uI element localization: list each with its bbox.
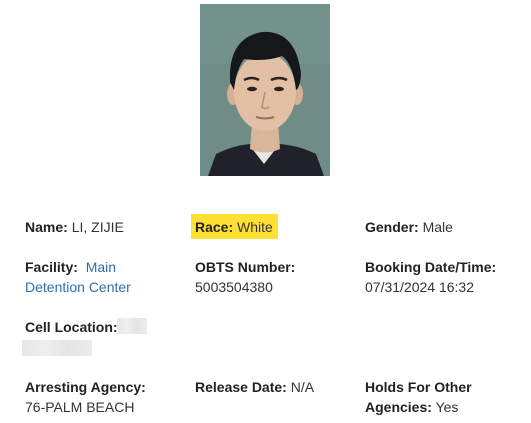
arresting-agency-label: Arresting Agency: bbox=[25, 379, 146, 395]
holds-field: Holds For Other Agencies: Yes bbox=[365, 377, 472, 417]
holds-label-line2: Agencies: bbox=[365, 399, 432, 415]
release-date-value: N/A bbox=[290, 379, 315, 395]
facility-link[interactable]: Main bbox=[86, 259, 116, 275]
release-date-field: Release Date: N/A bbox=[195, 377, 314, 397]
facility-label: Facility: bbox=[25, 259, 78, 275]
gender-value: Male bbox=[422, 219, 453, 235]
person-photo-icon bbox=[200, 4, 330, 176]
booking-field: Booking Date/Time: 07/31/2024 16:32 bbox=[365, 257, 496, 297]
holds-value: Yes bbox=[435, 399, 459, 415]
name-value: LI, ZIJIE bbox=[71, 219, 124, 235]
arresting-agency-field: Arresting Agency: 76-PALM BEACH bbox=[25, 377, 146, 417]
facility-field: Facility: Main bbox=[25, 257, 116, 277]
booking-label: Booking Date/Time: bbox=[365, 259, 497, 275]
gender-field: Gender: Male bbox=[365, 217, 453, 237]
race-label: Race: bbox=[195, 219, 234, 235]
gender-label: Gender: bbox=[365, 219, 419, 235]
release-date-label: Release Date: bbox=[195, 379, 287, 395]
booking-photo bbox=[200, 4, 330, 176]
race-field: Race: White bbox=[195, 217, 273, 237]
cell-location-redacted-2 bbox=[22, 340, 92, 356]
name-field: Name: LI, ZIJIE bbox=[25, 217, 124, 237]
arresting-agency-value: 76-PALM BEACH bbox=[25, 399, 135, 415]
name-label: Name: bbox=[25, 219, 68, 235]
cell-location-label: Cell Location: bbox=[25, 319, 118, 335]
facility-link-line2[interactable]: Detention Center bbox=[25, 279, 131, 295]
obts-label: OBTS Number: bbox=[195, 259, 296, 275]
cell-location-field: Cell Location: bbox=[25, 317, 118, 337]
booking-value: 07/31/2024 16:32 bbox=[365, 279, 474, 295]
holds-label-line1: Holds For Other bbox=[365, 379, 472, 395]
obts-field: OBTS Number: 5003504380 bbox=[195, 257, 295, 297]
cell-location-redacted-1 bbox=[117, 318, 147, 334]
obts-value: 5003504380 bbox=[195, 279, 273, 295]
race-value: White bbox=[237, 219, 273, 235]
